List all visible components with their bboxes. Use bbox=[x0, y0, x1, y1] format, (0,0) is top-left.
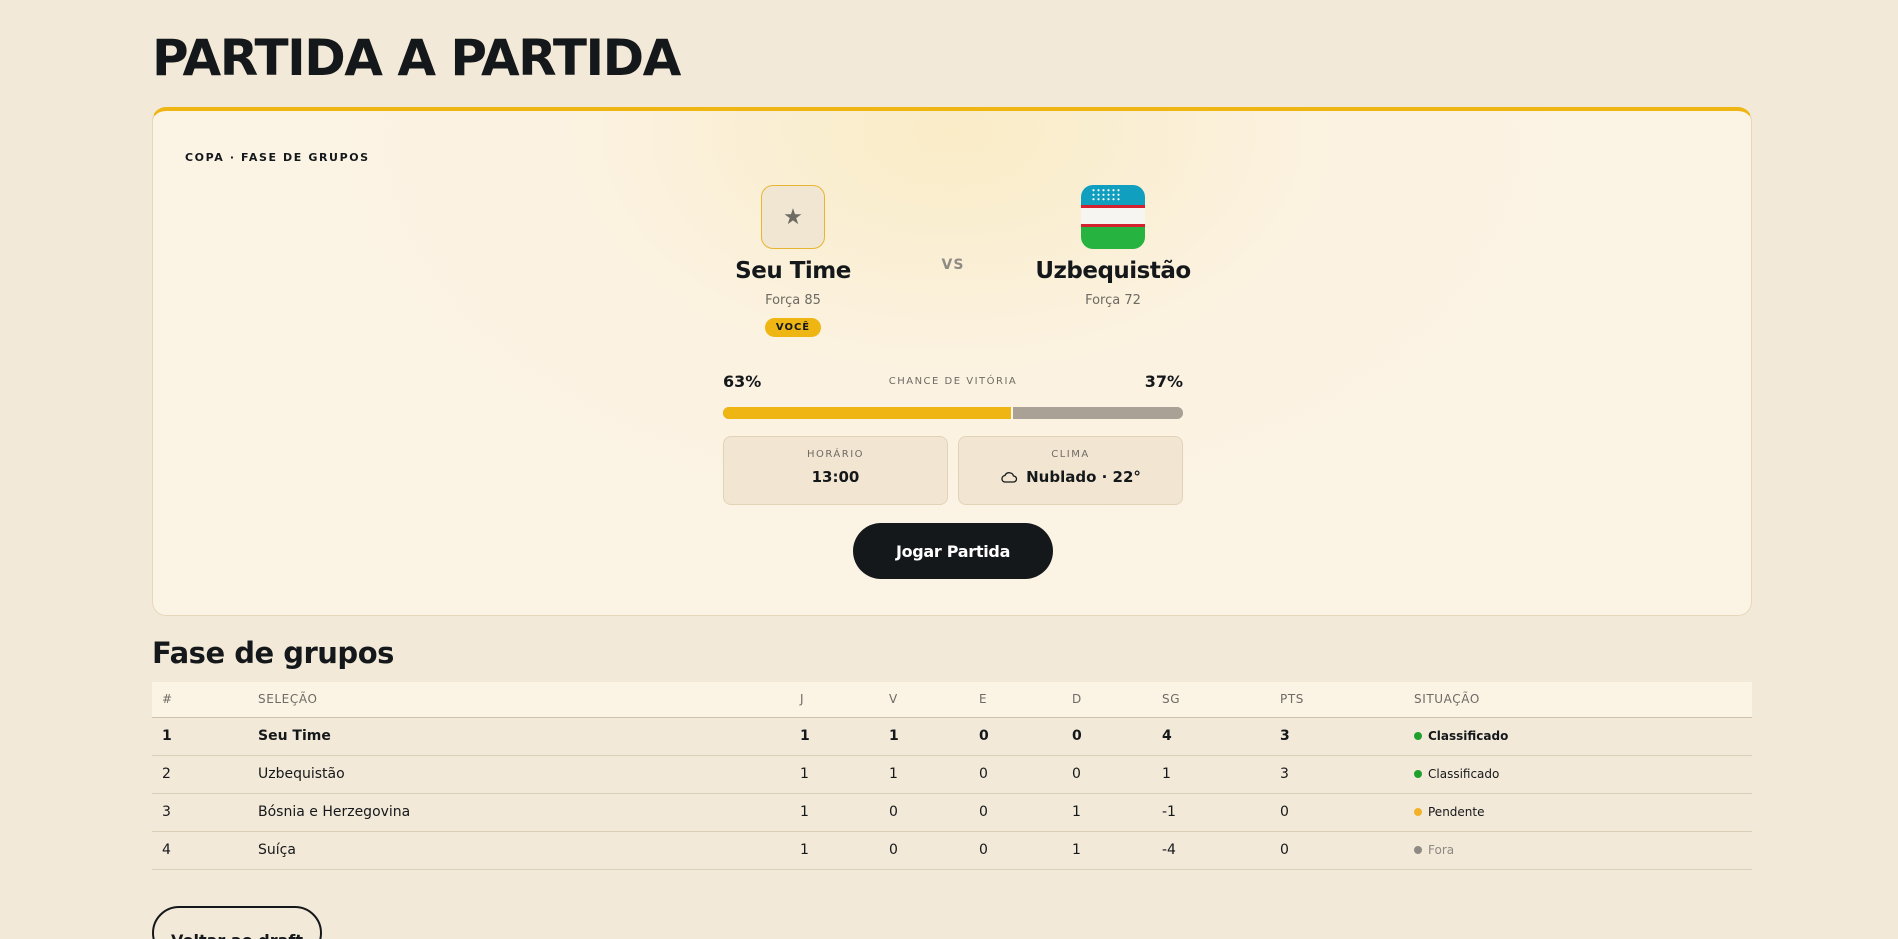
row-losses: 1 bbox=[1072, 831, 1162, 870]
away-win-fill bbox=[1012, 407, 1183, 419]
row-points: 3 bbox=[1280, 717, 1414, 756]
weather-value: Nublado · 22° bbox=[1026, 468, 1141, 486]
row-losses: 1 bbox=[1072, 793, 1162, 832]
row-points: 0 bbox=[1280, 831, 1414, 870]
cloud-icon bbox=[1001, 472, 1018, 483]
status-badge: Classificado bbox=[1414, 729, 1508, 743]
row-draws: 0 bbox=[979, 717, 1072, 756]
match-info: HORÁRIO 13:00 CLIMA Nublado · 22° bbox=[723, 436, 1183, 505]
stage-label: COPA · FASE DE GRUPOS bbox=[185, 151, 370, 164]
time-label: HORÁRIO bbox=[806, 449, 865, 460]
home-win-pct: 63% bbox=[723, 371, 762, 391]
status-text: Classificado bbox=[1428, 729, 1509, 743]
win-chance-bar bbox=[723, 407, 1183, 419]
page: PARTIDA A PARTIDA COPA · FASE DE GRUPOS … bbox=[152, 0, 1752, 939]
row-draws: 0 bbox=[979, 793, 1072, 832]
row-wins: 1 bbox=[889, 755, 979, 794]
vs-label: VS bbox=[941, 257, 965, 273]
col-wins: V bbox=[889, 682, 979, 718]
weather-box: CLIMA Nublado · 22° bbox=[958, 436, 1183, 505]
away-team-name: Uzbequistão bbox=[1035, 258, 1191, 284]
home-team-strength: Força 85 bbox=[765, 293, 821, 308]
row-losses: 0 bbox=[1072, 755, 1162, 794]
row-wins: 1 bbox=[889, 717, 979, 756]
weather-label: CLIMA bbox=[1051, 449, 1090, 460]
row-goal-diff: -4 bbox=[1162, 831, 1280, 870]
row-goal-diff: 1 bbox=[1162, 755, 1280, 794]
status-dot-icon bbox=[1414, 732, 1422, 740]
row-position: 4 bbox=[152, 831, 258, 870]
row-goal-diff: 4 bbox=[1162, 717, 1280, 756]
status-dot-icon bbox=[1414, 808, 1422, 816]
col-draws: E bbox=[979, 682, 1072, 718]
status-badge: Fora bbox=[1414, 843, 1454, 857]
table-row: 2 Uzbequistão 1 1 0 0 1 3 Classificado bbox=[152, 755, 1752, 794]
play-match-button[interactable]: Jogar Partida bbox=[853, 523, 1053, 579]
back-to-draft-button[interactable]: Voltar ao draft bbox=[152, 906, 322, 939]
row-wins: 0 bbox=[889, 793, 979, 832]
table-row: 3 Bósnia e Herzegovina 1 0 0 1 -1 0 Pend… bbox=[152, 793, 1752, 832]
row-position: 1 bbox=[152, 717, 258, 756]
time-value: 13:00 bbox=[811, 468, 860, 486]
away-team: Uzbequistão Força 72 bbox=[1003, 185, 1223, 308]
status-dot-icon bbox=[1414, 770, 1422, 778]
home-team-name: Seu Time bbox=[735, 258, 851, 284]
col-played: J bbox=[800, 682, 889, 718]
away-team-strength: Força 72 bbox=[1085, 293, 1141, 308]
status-dot-icon bbox=[1414, 846, 1422, 854]
page-title: PARTIDA A PARTIDA bbox=[152, 29, 681, 87]
group-table: # SELEÇÃO J V E D SG PTS SITUAÇÃO 1 Seu … bbox=[152, 682, 1752, 870]
col-team: SELEÇÃO bbox=[258, 682, 800, 718]
win-chance-label: CHANCE DE VITÓRIA bbox=[888, 375, 1018, 387]
row-played: 1 bbox=[800, 831, 889, 870]
match-card: COPA · FASE DE GRUPOS ★ Seu Time Força 8… bbox=[152, 107, 1752, 616]
row-points: 0 bbox=[1280, 793, 1414, 832]
status-text: Fora bbox=[1428, 843, 1455, 857]
col-goal-diff: SG bbox=[1162, 682, 1280, 718]
home-win-fill bbox=[723, 407, 1013, 419]
col-losses: D bbox=[1072, 682, 1162, 718]
row-team: Suíça bbox=[258, 831, 800, 870]
win-chance: 63% CHANCE DE VITÓRIA 37% bbox=[723, 371, 1183, 419]
col-position: # bbox=[152, 682, 258, 718]
row-goal-diff: -1 bbox=[1162, 793, 1280, 832]
row-team: Uzbequistão bbox=[258, 755, 800, 794]
table-row: 4 Suíça 1 0 0 1 -4 0 Fora bbox=[152, 831, 1752, 870]
time-box: HORÁRIO 13:00 bbox=[723, 436, 948, 505]
row-points: 3 bbox=[1280, 755, 1414, 794]
row-draws: 0 bbox=[979, 755, 1072, 794]
row-position: 3 bbox=[152, 793, 258, 832]
row-team: Bósnia e Herzegovina bbox=[258, 793, 800, 832]
row-wins: 0 bbox=[889, 831, 979, 870]
status-text: Classificado bbox=[1428, 767, 1500, 781]
row-played: 1 bbox=[800, 755, 889, 794]
you-badge: VOCÊ bbox=[764, 318, 822, 337]
status-badge: Classificado bbox=[1414, 767, 1499, 781]
row-position: 2 bbox=[152, 755, 258, 794]
status-text: Pendente bbox=[1428, 805, 1485, 819]
table-row: 1 Seu Time 1 1 0 0 4 3 Classificado bbox=[152, 717, 1752, 756]
row-team: Seu Time bbox=[258, 717, 800, 756]
row-played: 1 bbox=[800, 717, 889, 756]
group-stage-title: Fase de grupos bbox=[152, 636, 394, 670]
home-team: ★ Seu Time Força 85 VOCÊ bbox=[683, 185, 903, 337]
away-win-pct: 37% bbox=[1144, 371, 1183, 391]
col-status: SITUAÇÃO bbox=[1414, 682, 1752, 718]
star-icon: ★ bbox=[761, 185, 825, 249]
uzbekistan-flag-icon bbox=[1081, 185, 1145, 249]
status-badge: Pendente bbox=[1414, 805, 1485, 819]
row-played: 1 bbox=[800, 793, 889, 832]
row-losses: 0 bbox=[1072, 717, 1162, 756]
table-header-row: # SELEÇÃO J V E D SG PTS SITUAÇÃO bbox=[152, 682, 1752, 718]
col-points: PTS bbox=[1280, 682, 1414, 718]
row-draws: 0 bbox=[979, 831, 1072, 870]
